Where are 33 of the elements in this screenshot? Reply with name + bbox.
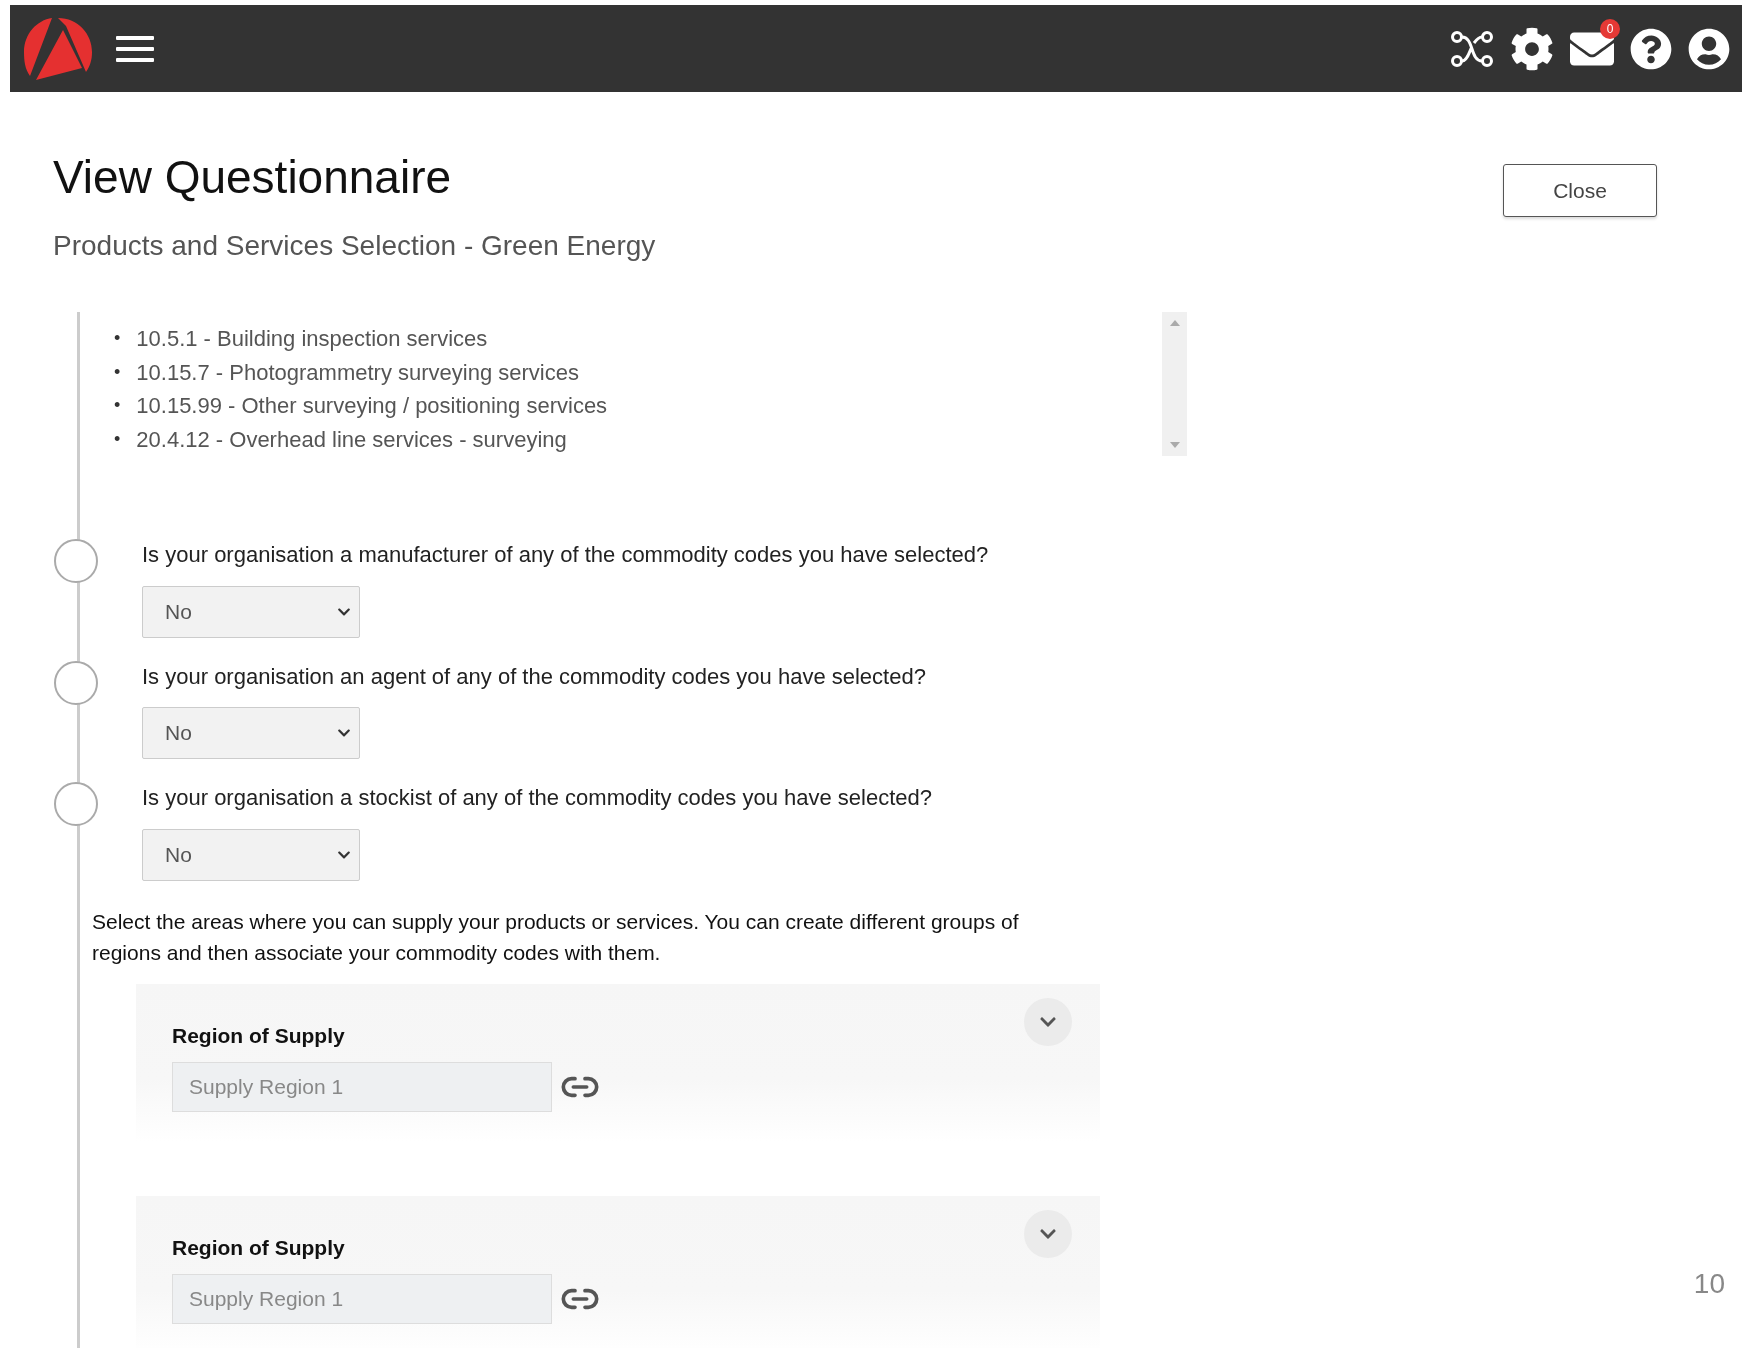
answer-select[interactable]: No xyxy=(142,828,360,881)
close-button[interactable]: Close xyxy=(1503,164,1657,217)
supply-instructions: Select the areas where you can supply your products or services. You can create different groups of regions and then associate your commodity codes with them. xyxy=(92,908,1020,966)
page-number: 10 xyxy=(1693,1268,1725,1300)
logo[interactable] xyxy=(22,15,94,82)
region-label: Region of Supply xyxy=(172,1235,346,1260)
page-title: View Questionnaire xyxy=(53,150,453,204)
question-text: Is your organisation a manufacturer of any of the commodity codes you have selected? xyxy=(142,541,990,569)
step-circle xyxy=(54,660,98,705)
help-icon[interactable] xyxy=(1630,27,1672,70)
bullet: • xyxy=(114,360,121,384)
user-icon[interactable] xyxy=(1688,27,1730,70)
settings-icon[interactable] xyxy=(1510,26,1554,71)
question-text: Is your organisation an agent of any of the commodity codes you have selected? xyxy=(142,662,927,691)
commodity-code: 20.4.12 - Overhead line services - surveying xyxy=(136,425,567,454)
menu-icon[interactable] xyxy=(116,33,154,64)
step-circle xyxy=(54,539,98,583)
notification-badge: 0 xyxy=(1600,18,1620,39)
commodity-code: 10.5.1 - Building inspection services xyxy=(136,325,488,353)
question-text: Is your organisation a stockist of any of the commodity codes you have selected? xyxy=(142,784,933,813)
expand-button[interactable] xyxy=(1024,997,1072,1046)
answer-select[interactable]: No xyxy=(142,707,360,760)
step-circle xyxy=(54,782,98,827)
nodes-icon[interactable] xyxy=(1450,28,1494,69)
bullet: • xyxy=(114,394,121,417)
commodity-code: 10.15.99 - Other surveying / positioning services xyxy=(136,392,608,420)
expand-button[interactable] xyxy=(1024,1209,1072,1258)
commodity-code: 10.15.7 - Photogrammetry surveying services xyxy=(136,358,579,387)
bullet: • xyxy=(114,327,121,350)
bullet: • xyxy=(114,427,121,451)
page-subtitle: Products and Services Selection - Green Energy xyxy=(53,230,657,262)
region-label: Region of Supply xyxy=(172,1023,346,1048)
answer-select[interactable]: No xyxy=(142,585,360,638)
